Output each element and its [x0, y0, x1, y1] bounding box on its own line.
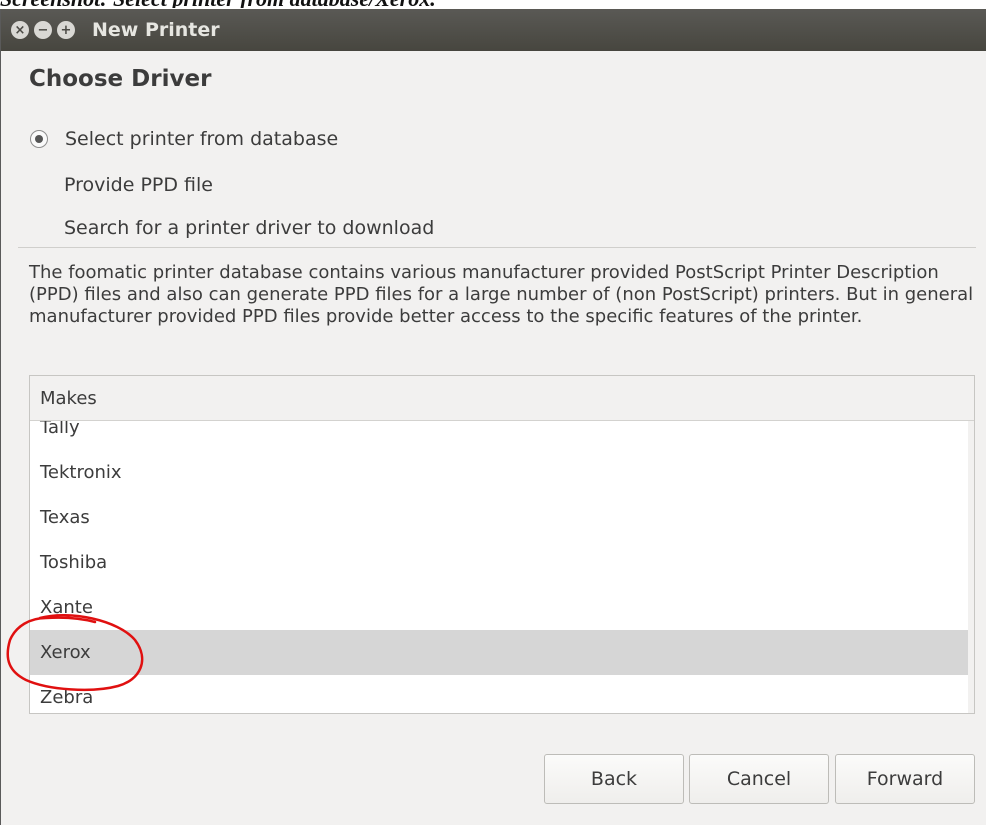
option-provide-ppd-file[interactable]: Provide PPD file [64, 174, 213, 196]
screenshot-caption: Screenshot: Select printer from database… [0, 0, 986, 8]
back-button[interactable]: Back [544, 754, 684, 804]
radio-selected-icon[interactable] [30, 130, 48, 148]
page-title: Choose Driver [29, 66, 212, 92]
minimize-icon[interactable]: − [34, 21, 52, 39]
title-bar: × − + New Printer [1, 9, 986, 51]
list-item-texas[interactable]: Texas [30, 495, 974, 540]
option-label: Select printer from database [65, 128, 339, 150]
list-item-xante[interactable]: Xante [30, 585, 974, 630]
section-divider [18, 247, 976, 248]
window-title: New Printer [92, 19, 220, 41]
option-select-from-database[interactable]: Select printer from database [30, 128, 338, 150]
makes-list[interactable]: Makes Tally Tektronix Texas Toshiba Xant… [29, 375, 975, 714]
list-scrollbar[interactable] [968, 421, 974, 713]
list-item-xerox[interactable]: Xerox [30, 630, 974, 675]
close-icon[interactable]: × [11, 21, 29, 39]
forward-button[interactable]: Forward [835, 754, 975, 804]
cancel-button[interactable]: Cancel [689, 754, 829, 804]
makes-column-header[interactable]: Makes [30, 376, 974, 421]
list-item-toshiba[interactable]: Toshiba [30, 540, 974, 585]
list-item-zebra[interactable]: Zebra [30, 675, 974, 713]
database-description: The foomatic printer database contains v… [29, 262, 974, 327]
option-search-driver-download[interactable]: Search for a printer driver to download [64, 217, 434, 239]
maximize-icon[interactable]: + [57, 21, 75, 39]
makes-rows: Tally Tektronix Texas Toshiba Xante Xero… [30, 405, 974, 713]
list-item-tektronix[interactable]: Tektronix [30, 450, 974, 495]
